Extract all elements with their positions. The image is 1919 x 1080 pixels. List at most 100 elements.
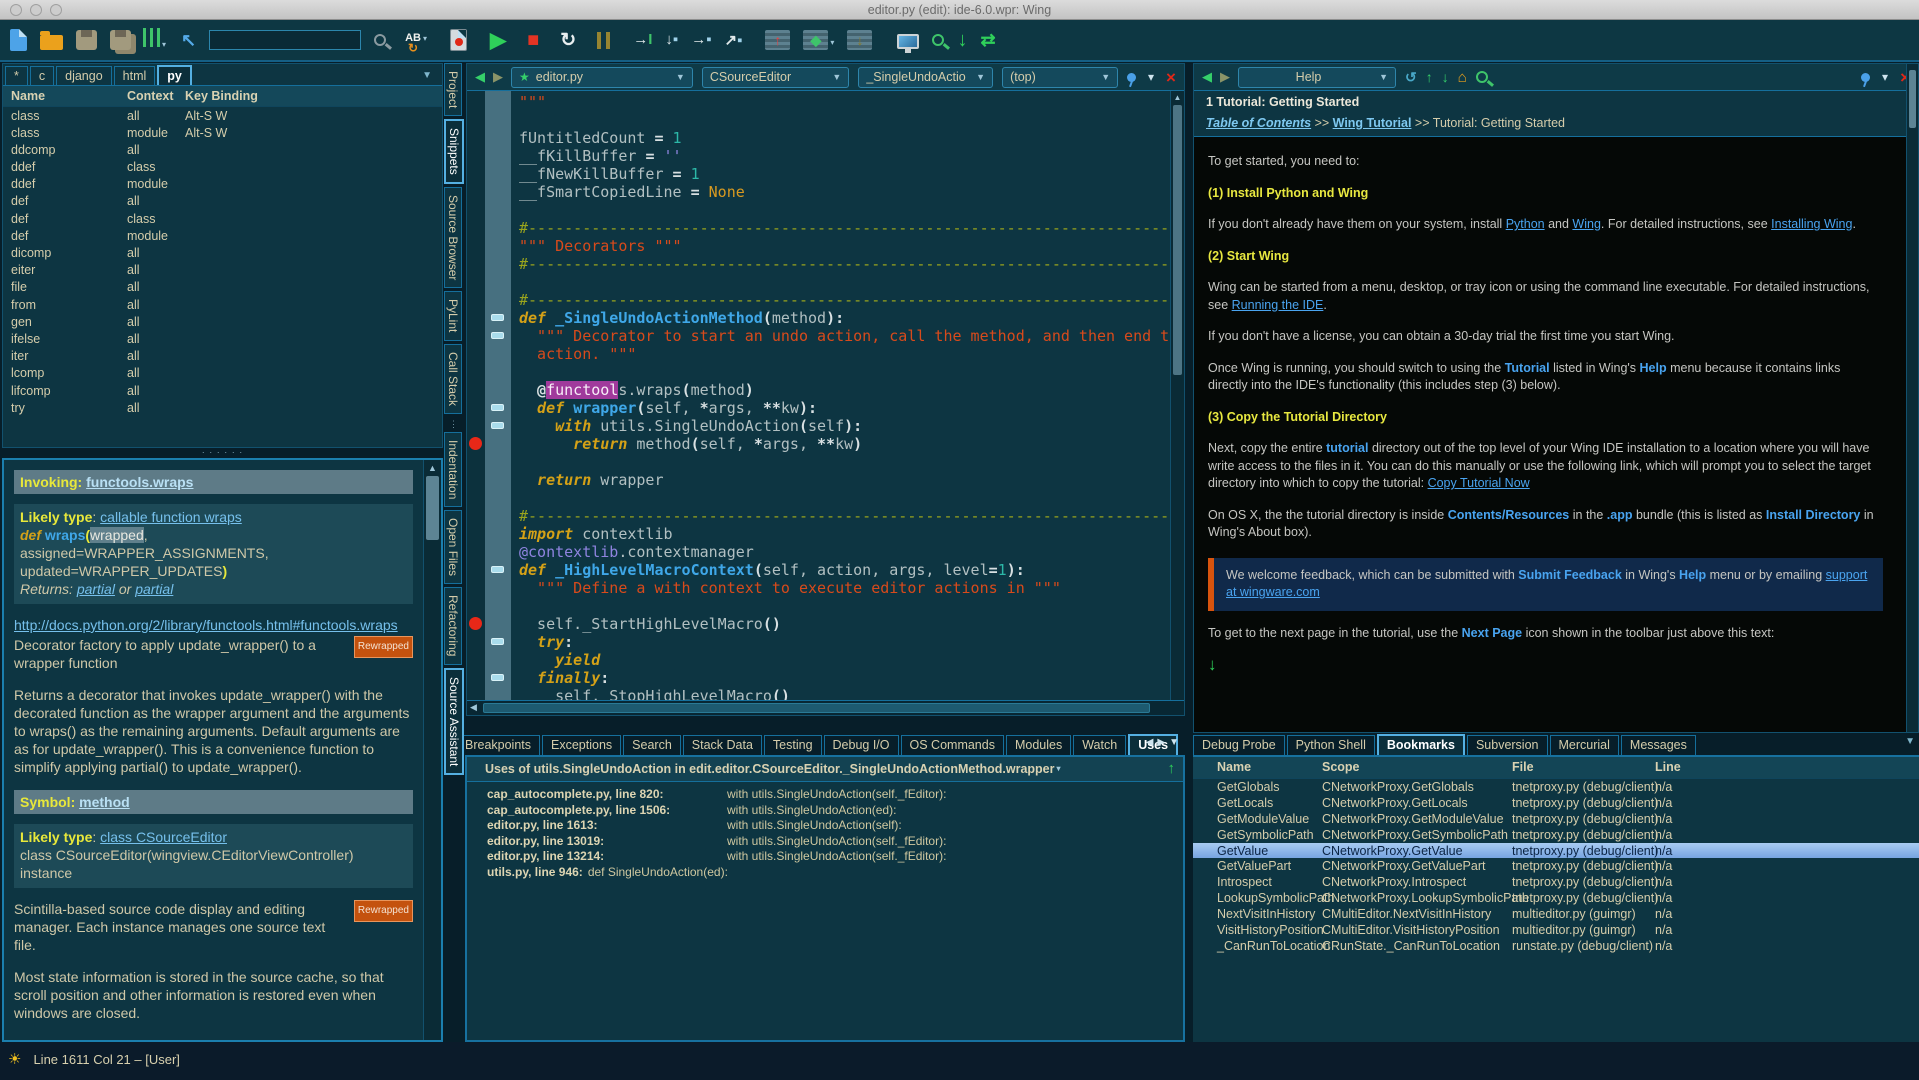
scrollbar-thumb[interactable] [1173, 105, 1182, 375]
snippet-tab-c[interactable]: c [30, 66, 54, 86]
tool-tab-refactoring[interactable]: Refactoring [444, 587, 462, 664]
editor-vertical-scrollbar[interactable]: ▲ [1170, 91, 1184, 700]
link[interactable]: Wing [1572, 217, 1600, 231]
code-line[interactable]: #---------------------------------------… [519, 219, 1170, 237]
panel-chevron-icon[interactable]: ▾ [1148, 70, 1154, 84]
link[interactable]: http://docs.python.org/2/library/functoo… [14, 617, 398, 633]
snippet-row[interactable]: lcompall [3, 365, 442, 382]
snippet-row[interactable]: dicompall [3, 245, 442, 262]
bookmark-row[interactable]: _CanRunToLocationCRunState._CanRunToLoca… [1193, 938, 1919, 954]
panel-menu-chevron-icon[interactable]: ▼ [1905, 736, 1915, 747]
tab-exceptions[interactable]: Exceptions [542, 735, 621, 755]
tool-tab-pylint[interactable]: PyLint [444, 291, 462, 340]
code-line[interactable]: self._StartHighLevelMacro() [519, 615, 1170, 633]
snippet-tab-[interactable]: * [5, 66, 28, 86]
fold-marker-icon[interactable] [491, 422, 504, 429]
use-row[interactable]: cap_autocomplete.py, line 820:with utils… [487, 787, 1183, 803]
link[interactable]: Copy Tutorial Now [1428, 476, 1530, 490]
code-line[interactable]: import contextlib [519, 525, 1170, 543]
help-scrollbar[interactable] [1906, 64, 1918, 732]
breakpoint-icon[interactable] [469, 437, 482, 450]
replace-icon[interactable]: AB↻ [405, 33, 421, 53]
code-area[interactable]: """fUntitledCount = 1__fKillBuffer = ''_… [511, 91, 1170, 700]
tool-tab-project[interactable]: Project [444, 63, 462, 116]
editor-horizontal-scrollbar[interactable]: ◀ [467, 700, 1184, 715]
code-line[interactable]: @functools.wraps(method) [519, 381, 1170, 399]
link[interactable]: partial [135, 581, 173, 597]
code-line[interactable]: #---------------------------------------… [519, 255, 1170, 273]
tool-tab-open-files[interactable]: Open Files [444, 510, 462, 584]
link[interactable]: method [79, 794, 130, 810]
code-line[interactable]: return wrapper [519, 471, 1170, 489]
breakpoint-icon[interactable] [469, 617, 482, 630]
code-line[interactable]: try: [519, 633, 1170, 651]
history-icon[interactable]: ↺ [1405, 69, 1417, 86]
frame-up-icon[interactable]: ↑ [765, 30, 790, 50]
goto-definition-icon[interactable]: ↑ [1168, 760, 1176, 777]
bookmark-row[interactable]: GetLocalsCNetworkProxy.GetLocalstnetprox… [1193, 795, 1919, 811]
chevron-down-icon[interactable]: ▾ [423, 34, 427, 43]
pause-icon[interactable] [597, 32, 610, 49]
bookmark-row[interactable]: GetGlobalsCNetworkProxy.GetGlobalstnetpr… [1193, 779, 1919, 795]
code-line[interactable]: """ Define a with context to execute edi… [519, 579, 1170, 597]
file-dropdown[interactable]: ★ editor.py ▼ [511, 67, 693, 88]
code-line[interactable]: #---------------------------------------… [519, 507, 1170, 525]
fold-marker-icon[interactable] [491, 674, 504, 681]
link[interactable]: partial [77, 581, 115, 597]
snippet-row[interactable]: tryall [3, 399, 442, 416]
tool-tab-indentation[interactable]: Indentation [444, 432, 462, 507]
tab-debug-probe[interactable]: Debug Probe [1193, 735, 1285, 755]
bookmark-row[interactable]: IntrospectCNetworkProxy.Introspecttnetpr… [1193, 874, 1919, 890]
column-header[interactable]: Context [127, 89, 185, 103]
code-line[interactable]: self._StopHighLevelMacro() [519, 687, 1170, 700]
assistant-scrollbar[interactable]: ▲ [423, 460, 441, 1040]
snippet-row[interactable]: classmoduleAlt-S W [3, 124, 442, 141]
link[interactable]: Wing Tutorial [1333, 116, 1412, 130]
snippet-tab-django[interactable]: django [56, 66, 112, 86]
link[interactable]: Table of Contents [1206, 116, 1311, 130]
sync-icon[interactable]: ⇄ [980, 31, 995, 49]
snippet-row[interactable]: ddefclass [3, 159, 442, 176]
debug-file-icon[interactable] [450, 29, 467, 51]
method-dropdown[interactable]: _SingleUndoActio ▼ [858, 67, 993, 88]
use-row[interactable]: cap_autocomplete.py, line 1506:with util… [487, 803, 1183, 819]
save-copy-icon[interactable] [110, 30, 131, 50]
code-line[interactable]: #---------------------------------------… [519, 291, 1170, 309]
pin-icon[interactable] [1127, 73, 1136, 82]
home-icon[interactable]: ⌂ [1458, 69, 1467, 86]
snippet-row[interactable]: iterall [3, 348, 442, 365]
code-line[interactable] [519, 201, 1170, 219]
code-line[interactable]: yield [519, 651, 1170, 669]
snippet-row[interactable]: fromall [3, 296, 442, 313]
strip-drag-handle[interactable]: ⋮ [443, 417, 465, 432]
use-row[interactable]: editor.py, line 13019:with utils.SingleU… [487, 834, 1183, 850]
bookmark-row[interactable]: VisitHistoryPositionCMultiEditor.VisitHi… [1193, 922, 1919, 938]
save-icon[interactable] [76, 30, 97, 50]
use-row[interactable]: utils.py, line 946:def SingleUndoAction(… [487, 865, 1183, 881]
code-line[interactable]: action. """ [519, 345, 1170, 363]
chevron-down-icon[interactable]: ▾ [830, 38, 834, 47]
tab-mercurial[interactable]: Mercurial [1550, 735, 1619, 755]
column-header[interactable]: Scope [1322, 760, 1512, 774]
link[interactable]: Running the IDE [1232, 298, 1324, 312]
bookmark-row[interactable]: GetValuePartCNetworkProxy.GetValueParttn… [1193, 858, 1919, 874]
tool-tab-source-assistant[interactable]: Source Assistant [444, 668, 464, 775]
code-line[interactable]: __fSmartCopiedLine = None [519, 183, 1170, 201]
code-line[interactable]: with utils.SingleUndoAction(self): [519, 417, 1170, 435]
run-icon[interactable]: ▶ [490, 30, 506, 51]
tab-watch[interactable]: Watch [1073, 735, 1126, 755]
code-line[interactable]: __fKillBuffer = '' [519, 147, 1170, 165]
tab-search[interactable]: Search [623, 735, 681, 755]
tab-breakpoints[interactable]: Breakpoints [456, 735, 540, 755]
code-line[interactable] [519, 489, 1170, 507]
panes-icon[interactable] [143, 28, 160, 47]
step-into-icon[interactable]: →I [633, 31, 652, 49]
tab-python-shell[interactable]: Python Shell [1287, 735, 1375, 755]
open-folder-icon[interactable] [40, 35, 63, 50]
bookmark-row[interactable]: GetSymbolicPathCNetworkProxy.GetSymbolic… [1193, 827, 1919, 843]
chevron-down-icon[interactable]: ▾ [162, 40, 166, 49]
bookmark-row[interactable]: LookupSymbolicPathCNetworkProxy.LookupSy… [1193, 890, 1919, 906]
scrollbar-thumb[interactable] [1909, 70, 1916, 128]
use-row[interactable]: editor.py, line 1613:with utils.SingleUn… [487, 818, 1183, 834]
column-header[interactable]: Key Binding [185, 89, 442, 103]
